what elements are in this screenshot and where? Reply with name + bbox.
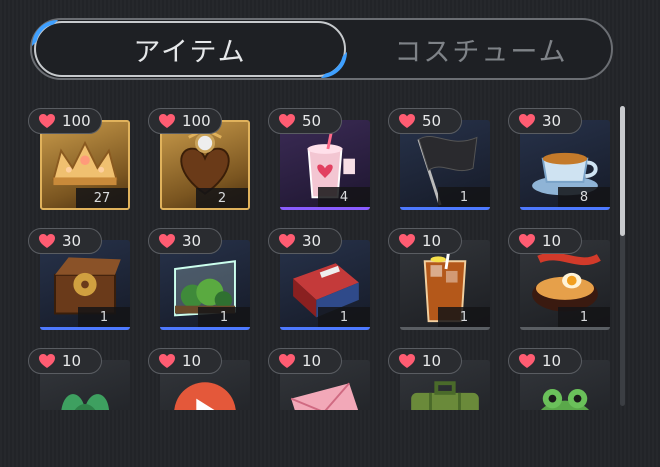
heart-icon (158, 233, 176, 249)
item-quantity: 1 (558, 307, 610, 327)
likes-count: 30 (62, 232, 82, 250)
iced-tea-item[interactable]: 1 10 (388, 228, 490, 330)
likes-badge: 10 (508, 348, 582, 374)
item-quantity: 27 (76, 188, 128, 208)
likes-count: 10 (422, 352, 442, 370)
heart-icon (518, 353, 536, 369)
likes-badge: 10 (28, 348, 102, 374)
terrarium-item[interactable]: 1 30 (148, 228, 250, 330)
leaf-item[interactable]: 10 (28, 348, 130, 410)
likes-badge: 100 (28, 108, 102, 134)
likes-count: 100 (62, 112, 91, 130)
active-tab-corner-accent (32, 20, 58, 46)
likes-count: 50 (302, 112, 322, 130)
tab-bar: アイテム コスチューム (30, 18, 613, 80)
ramen-item[interactable]: 1 10 (508, 228, 610, 330)
scrollbar[interactable] (620, 106, 625, 406)
likes-count: 100 (182, 112, 211, 130)
heart-icon (518, 113, 536, 129)
likes-badge: 10 (148, 348, 222, 374)
likes-badge: 10 (388, 228, 462, 254)
likes-badge: 10 (388, 348, 462, 374)
black-flag-item[interactable]: 1 50 (388, 108, 490, 210)
tab-costumes[interactable]: コスチューム (350, 20, 612, 78)
likes-count: 30 (302, 232, 322, 250)
heart-icon (158, 113, 176, 129)
frog-item[interactable]: 10 (508, 348, 610, 410)
item-quantity: 2 (196, 188, 248, 208)
active-tab-corner-accent (321, 52, 347, 78)
likes-badge: 30 (148, 228, 222, 254)
heart-icon (278, 233, 296, 249)
item-grid: 27 100 2 100 4 50 1 50 8 30 1 30 1 30 1 30 1 10 1 10 10 10 10 1… (28, 108, 620, 410)
heart-icon (158, 353, 176, 369)
pink-envelope-item[interactable]: 10 (268, 348, 370, 410)
heart-icon (278, 113, 296, 129)
likes-badge: 30 (508, 108, 582, 134)
item-quantity: 1 (318, 307, 370, 327)
heart-icon (518, 233, 536, 249)
likes-badge: 50 (388, 108, 462, 134)
heart-icon (38, 353, 56, 369)
likes-count: 10 (422, 232, 442, 250)
item-quantity: 1 (198, 307, 250, 327)
green-suitcase-item[interactable]: 10 (388, 348, 490, 410)
likes-badge: 30 (28, 228, 102, 254)
heart-icon (398, 233, 416, 249)
likes-badge: 10 (508, 228, 582, 254)
heart-icon (398, 353, 416, 369)
likes-badge: 50 (268, 108, 342, 134)
tab-items[interactable]: アイテム (34, 21, 346, 77)
heart-icon (38, 233, 56, 249)
item-quantity: 4 (318, 187, 370, 207)
music-box-item[interactable]: 1 30 (28, 228, 130, 330)
book-box-item[interactable]: 1 30 (268, 228, 370, 330)
item-quantity: 1 (78, 307, 130, 327)
heart-icon (398, 113, 416, 129)
likes-count: 10 (302, 352, 322, 370)
item-quantity: 1 (438, 187, 490, 207)
likes-badge: 30 (268, 228, 342, 254)
likes-count: 10 (542, 232, 562, 250)
play-button-item[interactable]: 10 (148, 348, 250, 410)
item-quantity: 1 (438, 307, 490, 327)
likes-count: 10 (182, 352, 202, 370)
likes-count: 10 (542, 352, 562, 370)
heart-icon (278, 353, 296, 369)
likes-badge: 10 (268, 348, 342, 374)
item-quantity: 8 (558, 187, 610, 207)
likes-count: 10 (62, 352, 82, 370)
teacup-item[interactable]: 8 30 (508, 108, 610, 210)
tiara-item[interactable]: 27 100 (28, 108, 130, 210)
heart-icon (38, 113, 56, 129)
likes-count: 50 (422, 112, 442, 130)
likes-count: 30 (182, 232, 202, 250)
likes-badge: 100 (148, 108, 222, 134)
likes-count: 30 (542, 112, 562, 130)
scrollbar-thumb[interactable] (620, 106, 625, 236)
chocolate-heart-item[interactable]: 2 100 (148, 108, 250, 210)
strawberry-drink-item[interactable]: 4 50 (268, 108, 370, 210)
